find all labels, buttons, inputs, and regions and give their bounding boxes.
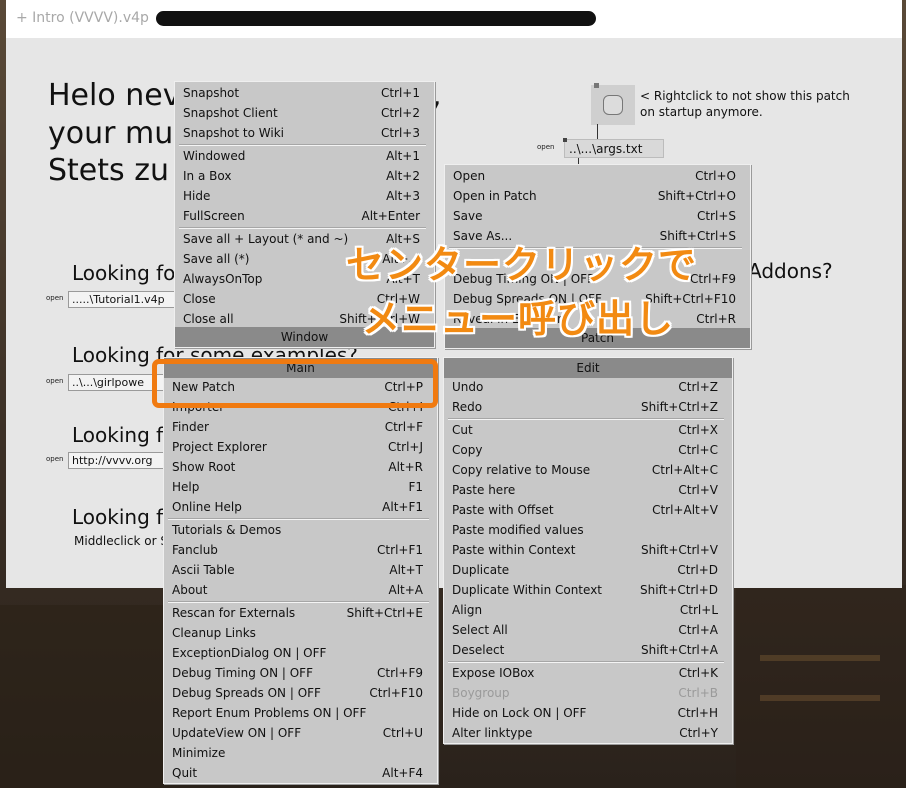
bang-node[interactable] (591, 83, 635, 125)
menu-item-fullscreen[interactable]: FullScreen Alt+Enter (175, 206, 434, 226)
menu-item-open-in-patch[interactable]: Open in Patch Shift+Ctrl+O (445, 186, 750, 206)
menu-item-duplicate[interactable]: Duplicate Ctrl+D (444, 560, 732, 580)
menu-item-windowed[interactable]: Windowed Alt+1 (175, 146, 434, 166)
annotation-line-2: メニュー呼び出し (362, 297, 675, 341)
heading-help: Looking f (72, 505, 164, 529)
edit-menu-header: Edit (444, 358, 732, 378)
link-line (597, 124, 598, 140)
menu-item-quit[interactable]: Quit Alt+F4 (164, 763, 437, 783)
menu-item-undo[interactable]: Undo Ctrl+Z (444, 377, 732, 397)
menu-item-boygroup: Boygroup Ctrl+B (452, 686, 718, 700)
intro-heading-line-3: Stets zu (48, 153, 169, 188)
menu-item-duplicate-within-context[interactable]: Duplicate Within Context Shift+Ctrl+D (444, 580, 732, 600)
window-title: + Intro (VVVV).v4p (16, 10, 149, 26)
menu-item-save[interactable]: Save Ctrl+S (445, 206, 750, 226)
menu-item-exception-dialog[interactable]: ExceptionDialog ON | OFF (164, 643, 437, 663)
menu-item-paste-within-context[interactable]: Paste within Context Shift+Ctrl+V (444, 540, 732, 560)
open-label: open (537, 143, 555, 151)
menu-item-online-help[interactable]: Online Help Alt+F1 (164, 497, 437, 517)
menu-item-ascii-table[interactable]: Ascii Table Alt+T (164, 560, 437, 580)
middleclick-hint: Middleclick or S (74, 534, 168, 548)
menu-item-finder[interactable]: Finder Ctrl+F (164, 417, 437, 437)
open-label: open (46, 294, 64, 302)
tutorial-iobox[interactable]: .....\Tutorial1.v4p (68, 291, 178, 308)
menu-item-report-enum-problems[interactable]: Report Enum Problems ON | OFF (164, 703, 437, 723)
rightclick-note: < Rightclick to not show this patch on s… (640, 89, 850, 119)
menu-item-snapshot[interactable]: Snapshot Ctrl+1 (175, 83, 434, 103)
bang-button[interactable] (603, 95, 623, 115)
menu-item-update-view[interactable]: UpdateView ON | OFF Ctrl+U (164, 723, 437, 743)
title-bar: + Intro (VVVV).v4p (6, 0, 902, 38)
menu-item-fanclub[interactable]: Fanclub Ctrl+F1 (164, 540, 437, 560)
menu-item-deselect[interactable]: Deselect Shift+Ctrl+A (444, 640, 732, 660)
menu-item-paste-here[interactable]: Paste here Ctrl+V (444, 480, 732, 500)
edit-menu: Edit Undo Ctrl+Z Redo Shift+Ctrl+Z Cut Ctrl… (443, 357, 733, 744)
menu-item-minimize[interactable]: Minimize (164, 743, 437, 763)
redacted-path (156, 11, 596, 26)
intro-heading-line-2: your mu (48, 116, 174, 151)
new-patch-highlight (152, 359, 438, 408)
menu-item-cleanup-links[interactable]: Cleanup Links (164, 623, 437, 643)
intro-heading-line-1: Helo nev (48, 78, 181, 113)
menu-item-help[interactable]: Help F1 (164, 477, 437, 497)
menu-item-expose-iobox[interactable]: Expose IOBox Ctrl+K (444, 663, 732, 683)
menu-item-snapshot-to-wiki[interactable]: Snapshot to Wiki Ctrl+3 (175, 123, 434, 143)
menu-item-align[interactable]: Align Ctrl+L (444, 600, 732, 620)
menu-item-paste-with-offset[interactable]: Paste with Offset Ctrl+Alt+V (444, 500, 732, 520)
menu-item-tutorials-demos[interactable]: Tutorials & Demos (164, 520, 437, 540)
menu-item-debug-spreads[interactable]: Debug Spreads ON | OFF Ctrl+F10 (164, 683, 437, 703)
menu-item-select-all[interactable]: Select All Ctrl+A (444, 620, 732, 640)
menu-item-in-a-box[interactable]: In a Box Alt+2 (175, 166, 434, 186)
menu-item-debug-timing[interactable]: Debug Timing ON | OFF Ctrl+F9 (164, 663, 437, 683)
menu-item-alter-linktype[interactable]: Alter linktype Ctrl+Y (444, 723, 732, 743)
open-label: open (46, 455, 64, 463)
menu-item-hide-on-lock[interactable]: Hide on Lock ON | OFF Ctrl+H (444, 703, 732, 723)
menu-item-copy-relative[interactable]: Copy relative to Mouse Ctrl+Alt+C (444, 460, 732, 480)
menu-item-redo[interactable]: Redo Shift+Ctrl+Z (444, 397, 732, 417)
heading-tutorials: Looking fo (72, 261, 176, 285)
node-pin[interactable] (563, 138, 567, 142)
website-iobox[interactable]: http://vvvv.org (68, 452, 178, 469)
menu-item-about[interactable]: About Alt+A (164, 580, 437, 600)
menu-item-project-explorer[interactable]: Project Explorer Ctrl+J (164, 437, 437, 457)
annotation-line-1: センタークリックで (346, 243, 698, 287)
menu-item-cut[interactable]: Cut Ctrl+X (444, 420, 732, 440)
menu-item-copy[interactable]: Copy Ctrl+C (444, 440, 732, 460)
heading-addons: Addons? (748, 259, 833, 283)
args-file-node[interactable]: ..\...\args.txt (563, 138, 664, 158)
menu-item-hide[interactable]: Hide Alt+3 (175, 186, 434, 206)
menu-item-snapshot-client[interactable]: Snapshot Client Ctrl+2 (175, 103, 434, 123)
menu-item-open[interactable]: Open Ctrl+O (445, 166, 750, 186)
menu-item-paste-modified-values[interactable]: Paste modified values (444, 520, 732, 540)
menu-item-rescan-externals[interactable]: Rescan for Externals Shift+Ctrl+E (164, 603, 437, 623)
heading-website: Looking f (72, 423, 164, 447)
menu-item-show-root[interactable]: Show Root Alt+R (164, 457, 437, 477)
open-label: open (46, 377, 64, 385)
main-menu: Main New Patch Ctrl+P Importer Ctrl+I Find… (163, 357, 438, 784)
node-pin[interactable] (594, 83, 599, 88)
args-file-path: ..\...\args.txt (569, 142, 643, 156)
